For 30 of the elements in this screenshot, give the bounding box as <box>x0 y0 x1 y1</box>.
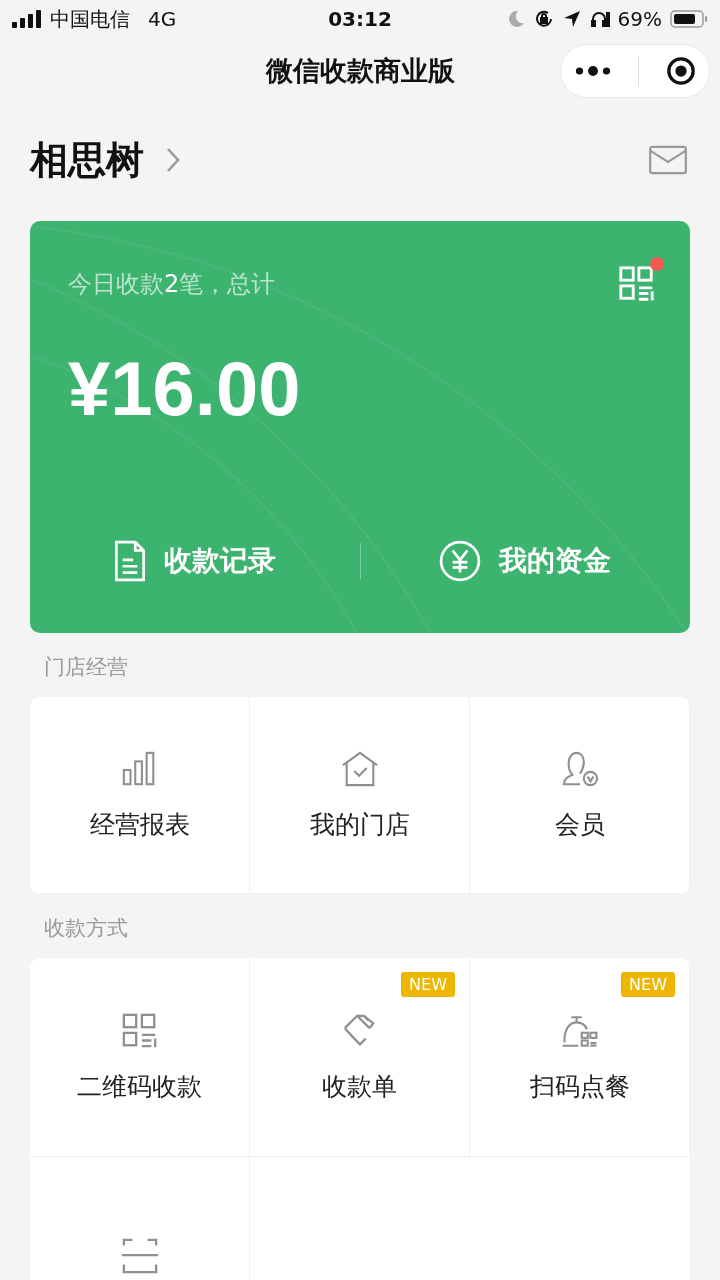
new-badge: NEW <box>621 972 675 997</box>
chevron-right-icon[interactable] <box>166 147 180 173</box>
document-icon <box>113 540 146 582</box>
close-target-icon[interactable] <box>665 56 696 86</box>
carrier-name: 中国电信 <box>50 5 130 33</box>
battery-percent: 69% <box>617 7 662 31</box>
section-heading: 收款方式 <box>44 915 128 942</box>
qr-code-icon[interactable] <box>618 265 656 303</box>
store-name[interactable]: 相思树 <box>30 134 144 186</box>
menu-tile[interactable]: 二维码收款 <box>30 958 250 1157</box>
more-icon[interactable] <box>574 65 611 77</box>
headphones-icon <box>589 9 610 29</box>
envelope-icon[interactable] <box>648 145 688 175</box>
network-type: 4G <box>148 7 177 31</box>
yuan-coin-icon <box>439 540 482 582</box>
today-summary-text: 今日收款2笔，总计 <box>68 269 276 300</box>
scan-icon <box>120 1237 159 1275</box>
qr-code-icon <box>120 1011 159 1050</box>
battery-icon <box>670 10 708 28</box>
menu-tile[interactable]: 我的门店 <box>250 697 470 894</box>
section-heading: 门店经营 <box>44 654 128 681</box>
member-icon <box>560 749 599 788</box>
page-title: 微信收款商业版 <box>265 54 455 88</box>
house-check-icon <box>340 749 379 788</box>
total-amount: ¥16.00 <box>68 345 301 432</box>
clock-time: 03:12 <box>328 7 392 31</box>
new-badge: NEW <box>401 972 455 997</box>
signal-icon <box>12 10 42 28</box>
menu-tile[interactable]: NEW 收款单 <box>250 958 470 1157</box>
rotation-lock-icon <box>533 9 554 29</box>
